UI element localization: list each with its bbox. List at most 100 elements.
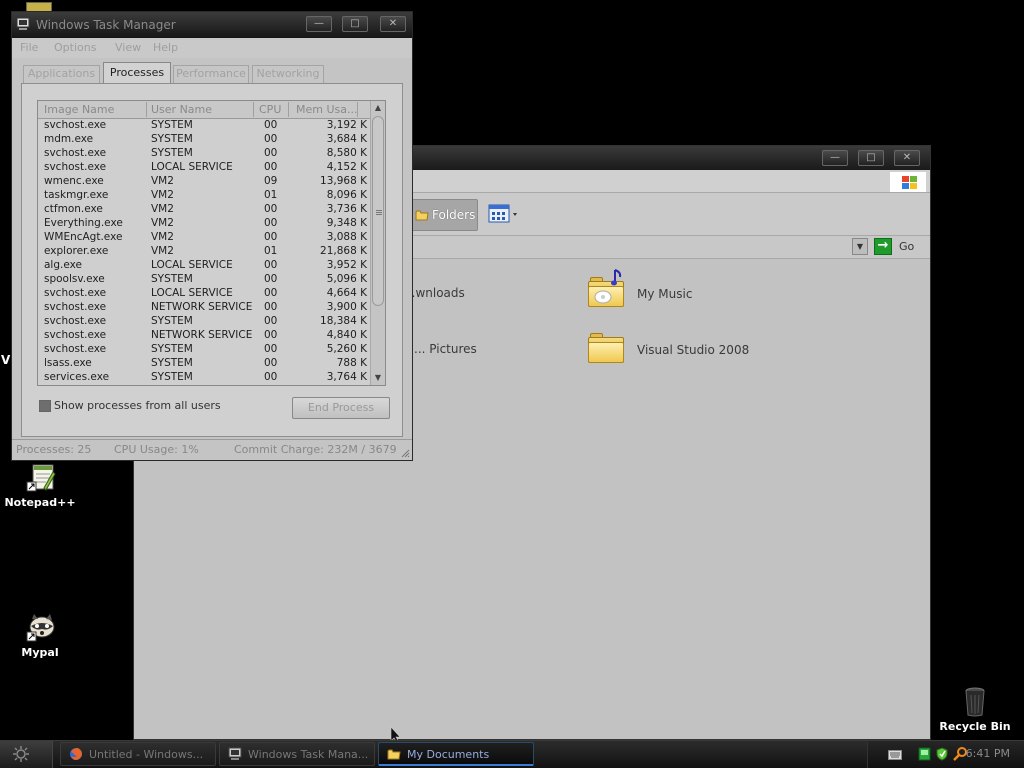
taskbar-button-task-manager[interactable]: Windows Task Mana... bbox=[219, 742, 375, 766]
taskbar-button-label: Windows Task Mana... bbox=[248, 748, 369, 761]
process-mem-usage: 3,684 K bbox=[326, 133, 367, 145]
desktop-icon-notepadpp[interactable]: Notepad++ bbox=[0, 462, 80, 509]
tab-applications[interactable]: Applications bbox=[23, 65, 100, 83]
menu-item-options[interactable]: Options bbox=[54, 41, 96, 54]
task-manager-titlebar[interactable]: Windows Task Manager — □ ✕ bbox=[12, 12, 412, 38]
process-cpu: 09 bbox=[264, 175, 278, 187]
table-row[interactable]: lsass.exe SYSTEM 00 788 K bbox=[38, 357, 385, 371]
menu-item-file[interactable]: File bbox=[20, 41, 38, 54]
address-dropdown-button[interactable]: ▼ bbox=[852, 238, 868, 255]
maximize-button[interactable]: □ bbox=[858, 150, 884, 166]
desktop-edge-text: V bbox=[1, 353, 11, 367]
tab-performance[interactable]: Performance bbox=[173, 65, 249, 83]
desktop-icon-recycle-bin[interactable]: Recycle Bin bbox=[935, 686, 1015, 733]
close-button[interactable]: ✕ bbox=[380, 16, 406, 32]
scroll-down-arrow-icon[interactable]: ▼ bbox=[371, 371, 385, 385]
start-button[interactable] bbox=[0, 741, 53, 768]
process-mem-usage: 9,348 K bbox=[326, 217, 367, 229]
table-row[interactable]: explorer.exe VM2 01 21,868 K bbox=[38, 245, 385, 259]
process-cpu: 01 bbox=[264, 189, 278, 201]
folder-item-downloads[interactable]: ...wnloads bbox=[404, 275, 554, 311]
folders-button[interactable]: Folders bbox=[410, 199, 478, 231]
table-row[interactable]: svchost.exe SYSTEM 00 18,384 K bbox=[38, 315, 385, 329]
scroll-up-arrow-icon[interactable]: ▲ bbox=[371, 101, 385, 115]
table-row[interactable]: alg.exe LOCAL SERVICE 00 3,952 K bbox=[38, 259, 385, 273]
process-list[interactable]: Image Name User Name CPU Mem Usa... svch… bbox=[37, 100, 386, 386]
column-user-name[interactable]: User Name bbox=[151, 103, 212, 116]
column-cpu[interactable]: CPU bbox=[259, 103, 281, 116]
process-user-name: NETWORK SERVICE bbox=[151, 301, 253, 313]
table-row[interactable]: Everything.exe VM2 00 9,348 K bbox=[38, 217, 385, 231]
end-process-button[interactable]: End Process bbox=[292, 397, 390, 419]
process-cpu: 00 bbox=[264, 357, 278, 369]
table-row[interactable]: mdm.exe SYSTEM 00 3,684 K bbox=[38, 133, 385, 147]
table-row[interactable]: ctfmon.exe VM2 00 3,736 K bbox=[38, 203, 385, 217]
scrollbar-thumb[interactable] bbox=[372, 116, 384, 306]
table-row[interactable]: svchost.exe LOCAL SERVICE 00 4,664 K bbox=[38, 287, 385, 301]
column-mem-usage[interactable]: Mem Usa... bbox=[296, 103, 357, 116]
process-mem-usage: 788 K bbox=[336, 357, 367, 369]
tab-networking[interactable]: Networking bbox=[252, 65, 324, 83]
process-mem-usage: 8,096 K bbox=[326, 189, 367, 201]
minimize-button[interactable]: — bbox=[822, 150, 848, 166]
process-user-name: SYSTEM bbox=[151, 133, 193, 145]
process-image-name: svchost.exe bbox=[44, 119, 107, 131]
menu-item-help[interactable]: Help bbox=[153, 41, 178, 54]
process-mem-usage: 4,664 K bbox=[326, 287, 367, 299]
notepad-plus-plus-icon bbox=[24, 462, 56, 494]
tab-processes[interactable]: Processes bbox=[103, 62, 171, 84]
table-row[interactable]: WMEncAgt.exe VM2 00 3,088 K bbox=[38, 231, 385, 245]
table-row[interactable]: svchost.exe NETWORK SERVICE 00 3,900 K bbox=[38, 301, 385, 315]
column-image-name[interactable]: Image Name bbox=[44, 103, 114, 116]
process-cpu: 00 bbox=[264, 371, 278, 383]
process-image-name: svchost.exe bbox=[44, 147, 107, 159]
desktop-icon-label: Mypal bbox=[21, 646, 59, 659]
table-row[interactable]: wmenc.exe VM2 09 13,968 K bbox=[38, 175, 385, 189]
go-button[interactable]: → Go bbox=[874, 237, 918, 257]
table-row[interactable]: svchost.exe SYSTEM 00 5,260 K bbox=[38, 343, 385, 357]
process-user-name: VM2 bbox=[151, 245, 174, 257]
resize-grip-icon[interactable] bbox=[400, 448, 410, 458]
table-row[interactable]: ... SYSTEM... bbox=[38, 385, 385, 386]
desktop-icon-mypal[interactable]: Mypal bbox=[0, 612, 80, 659]
process-list-header: Image Name User Name CPU Mem Usa... bbox=[38, 101, 385, 119]
folder-item-visual-studio-2008[interactable]: Visual Studio 2008 bbox=[586, 323, 806, 371]
maximize-button[interactable]: □ bbox=[342, 16, 368, 32]
table-row[interactable]: svchost.exe SYSTEM 00 3,192 K bbox=[38, 119, 385, 133]
show-all-users-checkbox[interactable] bbox=[39, 400, 51, 412]
folder-item-pictures[interactable]: ... Pictures bbox=[404, 331, 554, 367]
process-cpu: 00 bbox=[264, 133, 278, 145]
network-icon[interactable] bbox=[918, 747, 932, 761]
keyboard-icon[interactable] bbox=[888, 750, 902, 760]
process-cpu: 00 bbox=[264, 217, 278, 229]
trash-icon bbox=[959, 686, 991, 718]
process-mem-usage: 3,952 K bbox=[326, 259, 367, 271]
table-row[interactable]: svchost.exe SYSTEM 00 8,580 K bbox=[38, 147, 385, 161]
window-title: Windows Task Manager bbox=[36, 18, 176, 32]
views-grid-icon bbox=[488, 204, 517, 223]
table-row[interactable]: svchost.exe NETWORK SERVICE 00 4,840 K bbox=[38, 329, 385, 343]
security-shield-icon[interactable] bbox=[935, 747, 949, 761]
process-user-name: LOCAL SERVICE bbox=[151, 287, 233, 299]
process-mem-usage: 3,192 K bbox=[326, 119, 367, 131]
process-cpu: 00 bbox=[264, 343, 278, 355]
taskbar-button-my-documents[interactable]: My Documents bbox=[378, 742, 534, 766]
views-button[interactable] bbox=[488, 203, 520, 227]
table-row[interactable]: spoolsv.exe SYSTEM 00 5,096 K bbox=[38, 273, 385, 287]
taskbar-button-windows-media[interactable]: Untitled - Windows... bbox=[60, 742, 216, 766]
vertical-scrollbar[interactable]: ▲ ▼ bbox=[370, 101, 385, 385]
menu-item-view[interactable]: View bbox=[115, 41, 141, 54]
folder-item-my-music[interactable]: My Music bbox=[586, 267, 786, 315]
close-button[interactable]: ✕ bbox=[894, 150, 920, 166]
taskbar-button-label: My Documents bbox=[407, 748, 490, 761]
table-row[interactable]: services.exe SYSTEM 00 3,764 K bbox=[38, 371, 385, 385]
table-row[interactable]: svchost.exe LOCAL SERVICE 00 4,152 K bbox=[38, 161, 385, 175]
minimize-button[interactable]: — bbox=[306, 16, 332, 32]
process-user-name: SYSTEM bbox=[151, 371, 193, 383]
table-row[interactable]: taskmgr.exe VM2 01 8,096 K bbox=[38, 189, 385, 203]
task-manager-menubar: File Options View Help bbox=[12, 38, 412, 58]
task-manager-window[interactable]: Windows Task Manager — □ ✕ File Options … bbox=[11, 11, 413, 461]
process-image-name: svchost.exe bbox=[44, 329, 107, 341]
go-arrow-icon: → bbox=[874, 238, 892, 255]
taskbar-clock[interactable]: 6:41 PM bbox=[966, 747, 1010, 760]
